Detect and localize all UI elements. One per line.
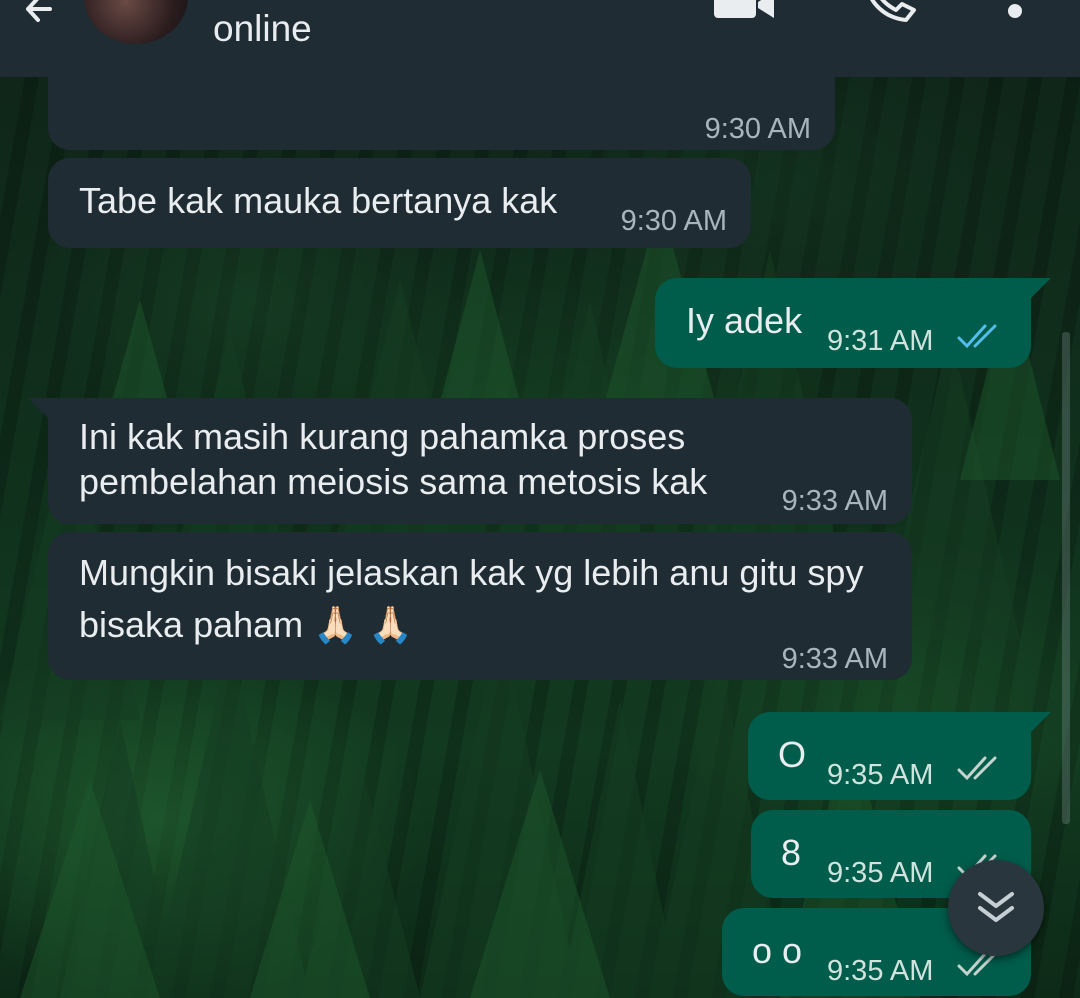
voice-call-icon[interactable] [862, 0, 918, 22]
outgoing-message[interactable]: O 9:35 AM [748, 712, 1051, 800]
message-time: 9:31 AM [827, 325, 934, 357]
delivered-double-tick-icon [957, 756, 997, 781]
more-options-icon[interactable] [1004, 0, 1026, 22]
message-text-line: Ini kak masih kurang pahamka proses [79, 416, 686, 457]
message-time: 9:33 AM [781, 485, 888, 517]
message-text-line: bisaka paham 🙏🏻 🙏🏻 [79, 604, 413, 645]
chat-header: online [0, 0, 1080, 77]
read-double-tick-icon [957, 324, 997, 349]
message-time: 9:35 AM [827, 955, 934, 987]
video-call-icon[interactable] [712, 0, 776, 20]
message-time: 9:35 AM [827, 759, 934, 791]
message-time: 9:30 AM [620, 205, 727, 237]
incoming-message[interactable]: Ini kak masih kurang pahamka proses pemb… [28, 398, 912, 524]
incoming-message[interactable]: Mungkin bisaki jelaskan kak yg lebih anu… [48, 532, 912, 680]
scrollbar[interactable] [1062, 332, 1070, 824]
message-time: 9:33 AM [781, 643, 888, 675]
contact-status: online [213, 8, 312, 49]
contact-avatar[interactable] [84, 0, 188, 44]
message-text: Iy adek [686, 300, 803, 341]
outgoing-message[interactable]: Iy adek 9:31 AM [655, 278, 1051, 368]
scroll-to-bottom-button[interactable] [948, 860, 1044, 956]
message-time: 9:30 AM [704, 113, 811, 145]
message-time: 9:35 AM [827, 857, 934, 889]
incoming-message[interactable]: Tabe kak mauka bertanya kak 9:30 AM [48, 158, 751, 248]
bubble-tail [28, 398, 58, 418]
bubble-tail [1021, 278, 1051, 298]
message-text: o o [752, 930, 803, 971]
message-text-line: Mungkin bisaki jelaskan kak yg lebih anu… [79, 552, 864, 593]
message-text: O [778, 734, 807, 775]
message-text-line: pembelahan meiosis sama metosis kak [79, 461, 708, 502]
bubble-tail [1021, 712, 1051, 732]
message-text: Tabe kak mauka bertanya kak [79, 180, 558, 221]
message-text: 8 [781, 832, 802, 873]
double-chevron-down-icon [978, 892, 1014, 922]
back-arrow-icon[interactable] [22, 0, 56, 26]
